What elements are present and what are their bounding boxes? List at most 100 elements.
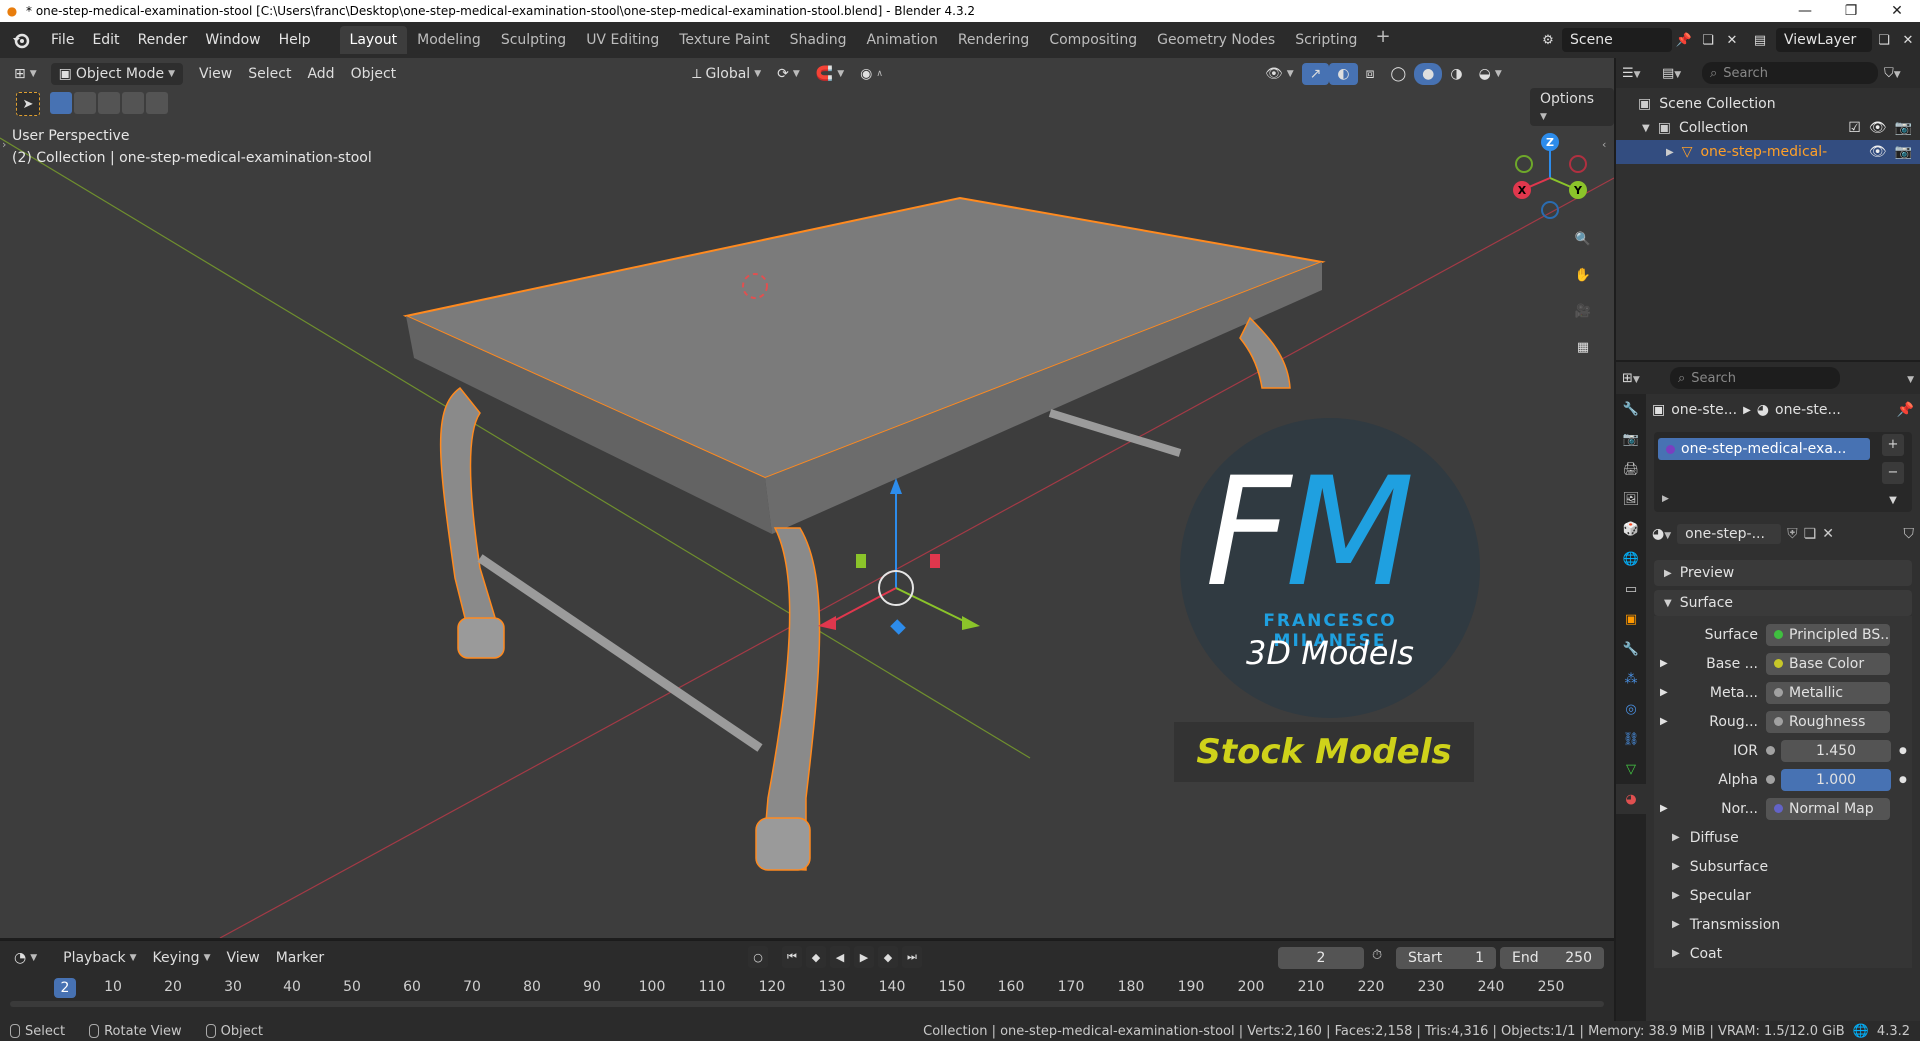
shading-rendered-icon[interactable]: ◒ ▼: [1471, 63, 1510, 85]
camera-view-icon[interactable]: 🎥: [1568, 296, 1598, 326]
menu-edit[interactable]: Edit: [83, 29, 128, 51]
properties-editor-type-button[interactable]: ⊞▼: [1622, 371, 1662, 386]
play-icon[interactable]: ▶: [854, 946, 874, 968]
preview-panel-header[interactable]: ▶ Preview: [1654, 560, 1912, 586]
playhead[interactable]: 2: [54, 978, 76, 998]
outliner-editor-type-button[interactable]: ☰▼: [1622, 66, 1656, 81]
overlays-icon[interactable]: ◐: [1329, 63, 1358, 85]
normal-field[interactable]: Normal Map: [1766, 797, 1890, 820]
blender-logo-icon[interactable]: [10, 29, 32, 51]
gizmo-yz-plane[interactable]: [930, 554, 940, 568]
menu-keying[interactable]: Keying ▼: [145, 947, 219, 969]
tab-animation[interactable]: Animation: [856, 26, 947, 54]
properties-options-button[interactable]: ▼: [1907, 371, 1914, 386]
nav-neg-y-ball[interactable]: [1515, 155, 1533, 173]
select-box-tool[interactable]: ➤: [16, 92, 40, 116]
visibility-icon[interactable]: 👁 ▼: [1257, 63, 1302, 85]
gizmo-toggle-icon[interactable]: ↗: [1301, 63, 1330, 85]
view-layer-icon[interactable]: ▤: [1744, 33, 1776, 48]
options-dropdown[interactable]: Options ▼: [1530, 88, 1614, 126]
menu-select[interactable]: Select: [240, 63, 299, 85]
3d-viewport[interactable]: Z Y X ⊞ ▼ ▣ Object Mode ▼ View Select Add…: [0, 58, 1614, 938]
camera-icon[interactable]: 📷: [1895, 120, 1912, 136]
new-scene-icon[interactable]: ❏: [1696, 33, 1720, 48]
tab-sculpting[interactable]: Sculpting: [491, 26, 576, 54]
shading-wireframe-icon[interactable]: ◯: [1383, 63, 1415, 85]
eye-icon[interactable]: 👁: [1869, 120, 1887, 136]
object-mode-dropdown[interactable]: ▣ Object Mode ▼: [50, 63, 184, 85]
gizmo-xz-plane[interactable]: [856, 554, 866, 568]
tab-shading[interactable]: Shading: [780, 26, 857, 54]
particles-tab-icon[interactable]: ⁂: [1616, 664, 1646, 694]
jump-start-icon[interactable]: ⏮: [782, 946, 802, 968]
tab-modeling[interactable]: Modeling: [407, 26, 491, 54]
record-icon[interactable]: ○: [748, 946, 768, 968]
fake-user-shield-icon[interactable]: ⛨: [1787, 526, 1798, 542]
menu-marker[interactable]: Marker: [268, 947, 332, 969]
modifier-tab-icon[interactable]: 🔧: [1616, 634, 1646, 664]
constraints-tab-icon[interactable]: ⛓: [1616, 724, 1646, 754]
end-frame-field[interactable]: End 250: [1500, 947, 1604, 969]
close-button[interactable]: ✕: [1874, 3, 1920, 19]
tool-tab-icon[interactable]: 🔧: [1616, 394, 1646, 424]
outliner-row-scene-collection[interactable]: ▣ Scene Collection: [1616, 92, 1920, 116]
sidebar-toggle-icon[interactable]: ‹: [1602, 138, 1606, 151]
tab-layout[interactable]: Layout: [339, 26, 408, 54]
menu-playback[interactable]: Playback ▼: [55, 947, 144, 969]
data-tab-icon[interactable]: ▽: [1616, 754, 1646, 784]
timeline-ruler[interactable]: 2 10 20 30 40 50 60 70 80 90 100 110 120…: [0, 975, 1614, 1001]
subpanel-coat[interactable]: ▶ Coat: [1654, 939, 1912, 968]
subpanel-specular[interactable]: ▶ Specular: [1654, 881, 1912, 910]
outliner-search-input[interactable]: ⌕ Search: [1702, 62, 1878, 84]
material-tab-icon[interactable]: ◕: [1616, 784, 1646, 814]
base-color-field[interactable]: Base Color: [1766, 652, 1890, 675]
duplicate-material-icon[interactable]: ❏: [1804, 526, 1817, 542]
eye-icon[interactable]: 👁: [1869, 144, 1887, 160]
scene-name-field[interactable]: Scene: [1562, 28, 1672, 52]
gizmo-y-arrow[interactable]: [895, 587, 971, 625]
zoom-icon[interactable]: 🔍: [1568, 224, 1598, 254]
subpanel-subsurface[interactable]: ▶ Subsurface: [1654, 852, 1912, 881]
xray-icon[interactable]: ⧈: [1358, 63, 1383, 85]
surface-panel-header[interactable]: ▼ Surface: [1654, 590, 1912, 616]
menu-view[interactable]: View: [191, 63, 240, 85]
remove-scene-icon[interactable]: ✕: [1720, 33, 1744, 48]
metallic-field[interactable]: Metallic: [1766, 681, 1890, 704]
chevron-right-icon[interactable]: ▶: [1660, 658, 1668, 669]
new-view-layer-icon[interactable]: ❏: [1872, 33, 1896, 48]
checkbox-icon[interactable]: ☑: [1848, 120, 1861, 136]
select-new-icon[interactable]: [50, 92, 72, 114]
keyframe-dot-icon[interactable]: ●: [1899, 775, 1907, 785]
gizmo-x-arrow[interactable]: [827, 587, 897, 625]
filter-icon[interactable]: ⛉▼: [1884, 66, 1914, 81]
current-frame-field[interactable]: 2: [1278, 947, 1364, 969]
keyframe-dot-icon[interactable]: ●: [1899, 746, 1907, 756]
roughness-field[interactable]: Roughness: [1766, 710, 1890, 733]
world-tab-icon[interactable]: 🌐: [1616, 544, 1646, 574]
scene-icon[interactable]: ⚙: [1534, 33, 1562, 48]
pin-icon[interactable]: 📌: [1897, 402, 1914, 418]
material-slot-list[interactable]: one-step-medical-exa... ▶: [1654, 432, 1912, 512]
shading-solid-icon[interactable]: ●: [1414, 63, 1443, 85]
properties-search-input[interactable]: ⌕ Search: [1670, 367, 1840, 389]
camera-icon[interactable]: 📷: [1895, 144, 1912, 160]
proportional-edit-icon[interactable]: ◉ ∧: [852, 63, 891, 85]
tab-uv-editing[interactable]: UV Editing: [576, 26, 669, 54]
menu-help[interactable]: Help: [270, 29, 320, 51]
transform-orientation-dropdown[interactable]: ⟂ Global ▼: [684, 63, 769, 85]
start-frame-field[interactable]: Start 1: [1396, 947, 1496, 969]
add-slot-button[interactable]: +: [1882, 434, 1904, 456]
material-slot-selected[interactable]: one-step-medical-exa...: [1658, 438, 1870, 460]
select-intersect-icon[interactable]: [146, 92, 168, 114]
subpanel-diffuse[interactable]: ▶ Diffuse: [1654, 823, 1912, 852]
scene-tab-icon[interactable]: 🎲: [1616, 514, 1646, 544]
display-mode-icon[interactable]: ▤▼: [1662, 66, 1696, 81]
chevron-right-icon[interactable]: ▶: [1666, 147, 1674, 158]
tab-compositing[interactable]: Compositing: [1039, 26, 1147, 54]
collection-tab-icon[interactable]: ▭: [1616, 574, 1646, 604]
timeline-editor-type-button[interactable]: ◔ ▼: [6, 947, 45, 969]
remove-view-layer-icon[interactable]: ✕: [1896, 33, 1920, 48]
play-reverse-icon[interactable]: ◀: [830, 946, 850, 968]
chevron-right-icon[interactable]: ▶: [1660, 687, 1668, 698]
pan-hand-icon[interactable]: ✋: [1568, 260, 1598, 290]
